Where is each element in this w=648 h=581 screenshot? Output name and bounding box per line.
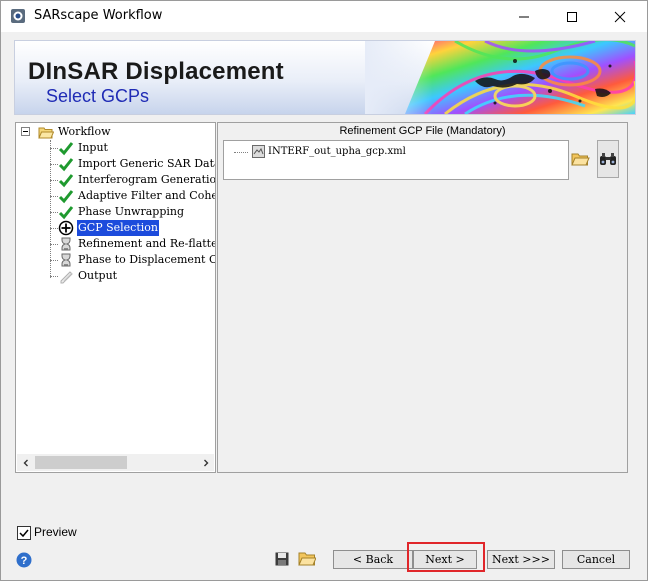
- checkmark-icon: [58, 142, 74, 156]
- tree-item-label: Adaptive Filter and Coherence: [78, 189, 216, 202]
- cancel-button[interactable]: Cancel: [562, 550, 630, 569]
- next-button-highlight: [407, 542, 485, 572]
- hourglass-icon: [61, 237, 71, 251]
- find-gcp-button[interactable]: [597, 140, 619, 178]
- tree-item-label: Phase Unwrapping: [78, 205, 185, 218]
- tree-item-label: Refinement and Re-flattening: [78, 237, 215, 250]
- back-button[interactable]: < Back: [333, 550, 413, 569]
- browse-folder-button[interactable]: [570, 148, 590, 168]
- close-button[interactable]: [597, 1, 643, 32]
- title-bar: SARscape Workflow: [1, 1, 647, 32]
- minimize-button[interactable]: [501, 1, 547, 32]
- svg-text:?: ?: [21, 555, 28, 567]
- tree-label-workflow: Workflow: [58, 125, 111, 138]
- preview-label: Preview: [34, 525, 77, 539]
- tree-item-label: Output: [78, 269, 118, 282]
- gcp-file-list[interactable]: INTERF_out_upha_gcp.xml: [223, 140, 569, 180]
- crosshair-plus-icon: [58, 220, 74, 236]
- hourglass-icon: [61, 253, 71, 267]
- workflow-tree: Workflow Input Import Generic SAR Data I…: [16, 123, 215, 453]
- binoculars-icon: [600, 153, 616, 165]
- minimize-icon: [519, 16, 529, 17]
- workflow-tree-panel: Workflow Input Import Generic SAR Data I…: [15, 122, 216, 473]
- save-icon[interactable]: [275, 552, 289, 566]
- refinement-gcp-panel: Refinement GCP File (Mandatory) INTERF_o…: [217, 122, 628, 473]
- checkmark-icon: [58, 174, 74, 188]
- next-all-button[interactable]: Next >>>: [487, 550, 555, 569]
- tree-item-label: Import Generic SAR Data: [78, 157, 216, 170]
- checkmark-icon: [58, 158, 74, 172]
- help-icon[interactable]: ?: [16, 552, 32, 568]
- checkmark-icon: [58, 190, 74, 204]
- sarscape-workflow-window: SARscape Workflow DInSAR Displacement Se…: [0, 0, 648, 581]
- folder-open-icon: [38, 127, 54, 139]
- file-icon: [252, 145, 265, 158]
- chevron-right-icon: [203, 459, 208, 466]
- tree-item-label: GCP Selection: [76, 219, 160, 237]
- window-title: SARscape Workflow: [34, 8, 163, 23]
- chevron-left-icon: [23, 459, 28, 466]
- gcp-file-name: INTERF_out_upha_gcp.xml: [268, 146, 406, 157]
- open-folder-icon[interactable]: [298, 550, 316, 566]
- maximize-icon: [567, 11, 577, 22]
- preview-checkbox[interactable]: [17, 526, 31, 540]
- tree-item-label: Interferogram Generation: [78, 173, 216, 186]
- tree-item-label: Phase to Displacement Conversion: [78, 253, 215, 266]
- banner-title: DInSAR Displacement: [28, 58, 284, 85]
- header-banner: DInSAR Displacement Select GCPs: [14, 40, 636, 115]
- banner-subtitle: Select GCPs: [46, 86, 150, 106]
- tree-item-label: Input: [78, 141, 108, 154]
- scroll-left-arrow[interactable]: [17, 454, 34, 471]
- folder-open-icon: [571, 153, 590, 166]
- tree-horizontal-scrollbar[interactable]: [17, 454, 214, 471]
- gcp-file-label: Refinement GCP File (Mandatory): [339, 125, 506, 137]
- checkmark-icon: [19, 529, 29, 538]
- sarscape-app-icon: [11, 9, 25, 23]
- interferogram-image: [365, 41, 635, 114]
- scroll-thumb[interactable]: [35, 456, 127, 469]
- scroll-right-arrow[interactable]: [197, 454, 214, 471]
- maximize-button[interactable]: [549, 1, 595, 32]
- checkmark-icon: [58, 206, 74, 220]
- close-icon: [614, 11, 626, 22]
- collapse-icon[interactable]: [21, 127, 30, 136]
- output-disabled-icon: [60, 271, 73, 284]
